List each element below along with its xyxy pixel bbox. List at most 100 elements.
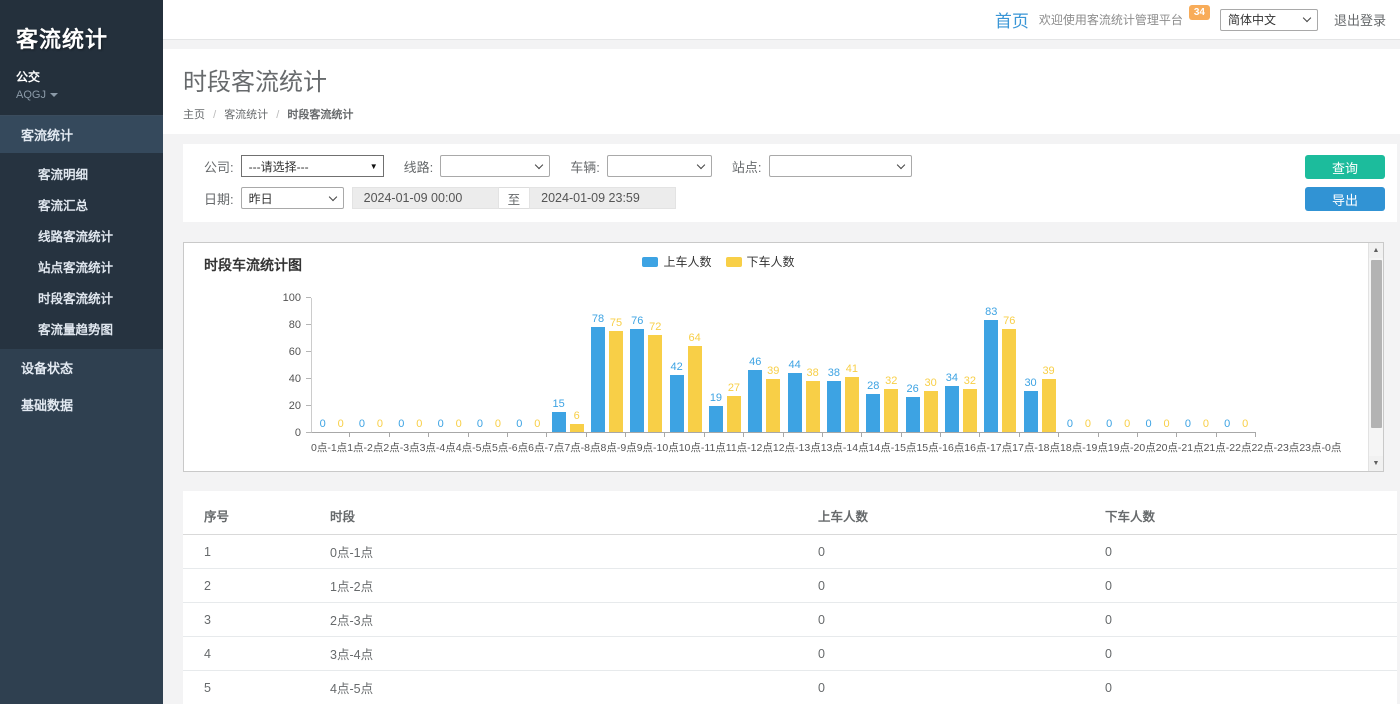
- legend-label: 下车人数: [747, 253, 795, 270]
- breadcrumb-current: 时段客流统计: [287, 109, 353, 121]
- bar-value-label: 83: [985, 306, 997, 318]
- table-cell: 0: [1105, 535, 1397, 569]
- filter-panel: 公司: ---请选择--- ▼ 线路: 车辆:: [183, 144, 1397, 222]
- app-title: 客流统计: [16, 22, 147, 54]
- bar-value-label: 0: [1145, 418, 1151, 430]
- bar: 75: [609, 331, 623, 432]
- legend-label: 上车人数: [663, 253, 711, 270]
- table-cell: 0: [1105, 569, 1397, 603]
- bar: 26: [906, 397, 920, 432]
- bar-value-label: 76: [631, 315, 643, 327]
- breadcrumb-home[interactable]: 主页: [183, 109, 205, 121]
- bar-value-label: 0: [1185, 418, 1191, 430]
- sidebar-item-device-status[interactable]: 设备状态: [0, 349, 163, 386]
- table-cell: 0: [818, 637, 1105, 671]
- bar-value-label: 0: [1163, 418, 1169, 430]
- sidebar-item-base-data[interactable]: 基础数据: [0, 386, 163, 423]
- language-select[interactable]: 简体中文: [1220, 9, 1318, 31]
- breadcrumb-passenger-flow[interactable]: 客流统计: [224, 109, 268, 121]
- table-cell: 0: [818, 569, 1105, 603]
- submenu-item[interactable]: 客流汇总: [0, 189, 163, 220]
- bar-group: 3432: [941, 386, 980, 432]
- bar-value-label: 0: [1067, 418, 1073, 430]
- submenu-item[interactable]: 站点客流统计: [0, 251, 163, 282]
- table-cell: 0: [818, 535, 1105, 569]
- brand-area: 客流统计 公交 AQGJ: [0, 0, 163, 115]
- bar-group: 4639: [745, 370, 784, 432]
- bar-value-label: 0: [1124, 418, 1130, 430]
- x-axis-tick: [508, 433, 547, 437]
- x-axis-category-label: 23点-0点: [1299, 440, 1341, 455]
- x-axis-tick: [823, 433, 862, 437]
- bar-value-label: 0: [534, 418, 540, 430]
- sidebar-item-passenger-flow[interactable]: 客流统计: [0, 116, 163, 153]
- vehicle-select[interactable]: [607, 155, 712, 177]
- date-to-input[interactable]: 2024-01-09 23:59: [529, 187, 676, 209]
- submenu-item[interactable]: 线路客流统计: [0, 220, 163, 251]
- legend-item[interactable]: 上车人数: [642, 253, 711, 270]
- x-axis-category-label: 10点-11点: [679, 440, 726, 455]
- station-select[interactable]: [769, 155, 912, 177]
- table-row: 43点-4点00: [183, 637, 1397, 671]
- table-cell: 5: [183, 671, 330, 704]
- x-axis-tick: [1059, 433, 1098, 437]
- date-from-input[interactable]: 2024-01-09 00:00: [352, 187, 499, 209]
- plot-area: 0000000000001567875767242641927463944383…: [311, 298, 1256, 433]
- bar: 76: [1002, 329, 1016, 432]
- bar: 38: [827, 381, 841, 432]
- bar-value-label: 26: [906, 383, 918, 395]
- bar: 72: [648, 335, 662, 432]
- bar: 64: [688, 346, 702, 432]
- x-axis-category-label: 19点-20点: [1108, 440, 1156, 455]
- y-axis-tick-label: 100: [283, 292, 301, 304]
- legend-item[interactable]: 下车人数: [726, 253, 795, 270]
- bar-value-label: 38: [806, 367, 818, 379]
- y-axis-tick-label: 0: [295, 427, 301, 439]
- bar-value-label: 32: [885, 375, 897, 387]
- top-header: 首页 欢迎使用客流统计管理平台 34 简体中文 退出登录: [163, 0, 1400, 40]
- bar-group: 156: [548, 412, 587, 432]
- vehicle-label: 车辆:: [570, 157, 600, 176]
- x-axis-tick: [311, 433, 350, 437]
- x-axis-tick: [784, 433, 823, 437]
- scroll-up-button[interactable]: ▲: [1369, 243, 1383, 258]
- submenu-item[interactable]: 客流明细: [0, 158, 163, 189]
- x-axis-category-label: 20点-21点: [1156, 440, 1204, 455]
- bar-value-label: 0: [1224, 418, 1230, 430]
- x-axis-category-label: 7点-8点: [564, 440, 600, 455]
- welcome-text: 欢迎使用客流统计管理平台: [1039, 11, 1183, 28]
- x-axis-category-label: 16点-17点: [964, 440, 1012, 455]
- home-link[interactable]: 首页: [995, 7, 1029, 32]
- bar-value-label: 0: [438, 418, 444, 430]
- y-axis-tick: [306, 297, 311, 298]
- x-axis-labels: 0点-1点1点-2点2点-3点3点-4点4点-5点5点-6点6点-7点7点-8点…: [311, 440, 1256, 455]
- bar-group: 8376: [981, 320, 1020, 432]
- user-dropdown[interactable]: AQGJ: [16, 89, 147, 101]
- submenu-item[interactable]: 客流量趋势图: [0, 313, 163, 344]
- table-cell: 0: [818, 671, 1105, 704]
- date-preset-select[interactable]: 昨日: [241, 187, 344, 209]
- bar: 41: [845, 377, 859, 432]
- x-axis-tick: [1020, 433, 1059, 437]
- query-button[interactable]: 查询: [1305, 155, 1385, 179]
- bar-value-label: 0: [398, 418, 404, 430]
- scroll-down-button[interactable]: ▼: [1369, 456, 1383, 471]
- company-select[interactable]: ---请选择--- ▼: [241, 155, 384, 177]
- x-axis-tick: [547, 433, 586, 437]
- bar-value-label: 0: [456, 418, 462, 430]
- table-cell: 0点-1点: [330, 535, 818, 569]
- y-axis-tick-label: 60: [289, 346, 301, 358]
- x-axis-tick: [980, 433, 1019, 437]
- bar: 34: [945, 386, 959, 432]
- bar-value-label: 30: [924, 377, 936, 389]
- line-label: 线路:: [404, 157, 434, 176]
- bar-value-label: 76: [1003, 315, 1015, 327]
- logout-link[interactable]: 退出登录: [1334, 10, 1386, 29]
- export-button[interactable]: 导出: [1305, 187, 1385, 211]
- chevron-down-icon: [50, 93, 58, 97]
- table-cell: 0: [1105, 603, 1397, 637]
- x-axis-category-label: 1点-2点: [347, 440, 383, 455]
- submenu-item[interactable]: 时段客流统计: [0, 282, 163, 313]
- scrollbar-thumb[interactable]: [1371, 260, 1382, 428]
- line-select[interactable]: [440, 155, 550, 177]
